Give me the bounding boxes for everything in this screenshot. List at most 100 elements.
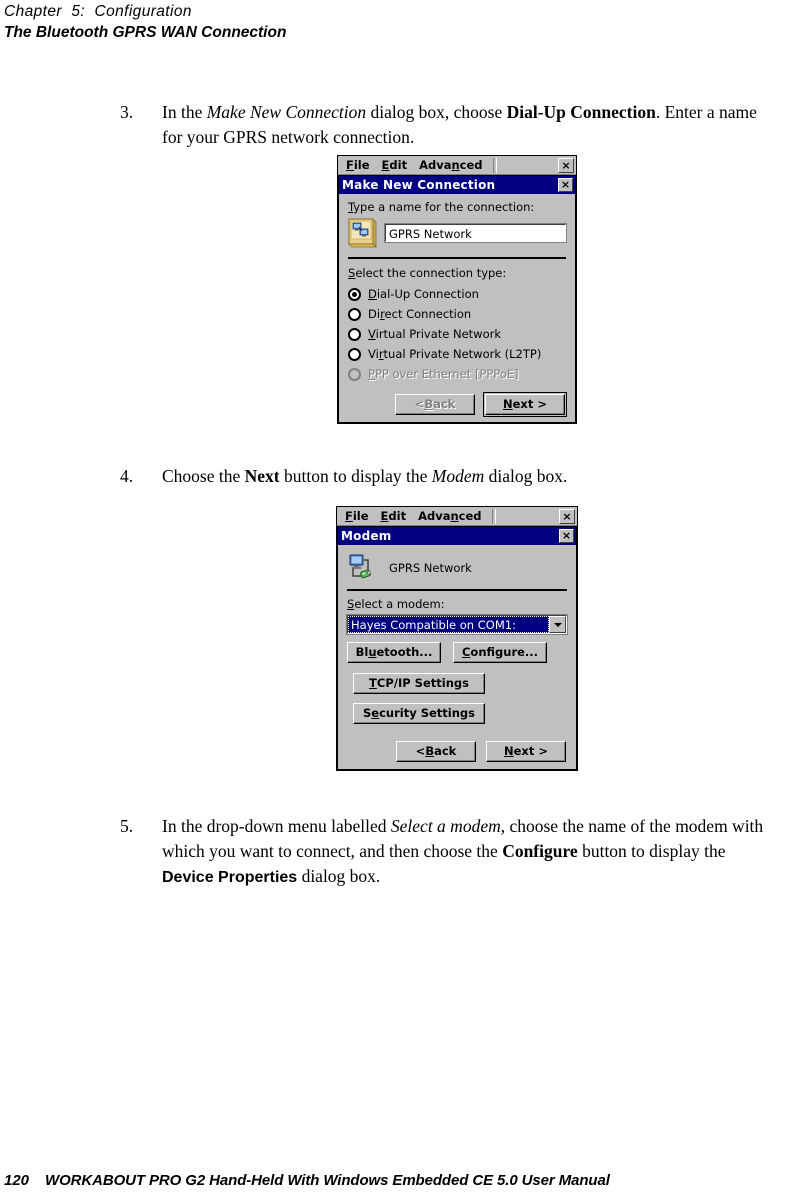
close-icon[interactable]: × bbox=[558, 158, 574, 173]
bluetooth-button[interactable]: Bl u etooth... bbox=[347, 642, 441, 663]
modem-close-icon[interactable]: × bbox=[559, 509, 575, 524]
modem-menu-advanced[interactable]: Advanced bbox=[412, 508, 487, 525]
radio-virtual-private-network[interactable]: Virtual Private Network bbox=[348, 324, 566, 344]
next-button[interactable]: Next > bbox=[483, 392, 567, 417]
new-connection-icon-svg bbox=[348, 218, 377, 248]
tcpip-button-row: T CP/IP Settings bbox=[347, 673, 567, 694]
radio-virtual-private-network-label: Virtual Private Network bbox=[368, 327, 502, 341]
modem-section-divider bbox=[347, 589, 567, 591]
connection-name-input[interactable]: GPRS Network bbox=[384, 223, 567, 243]
wizard-nav-row: < Back Next > bbox=[348, 392, 567, 417]
step-5-text-post: dialog box. bbox=[297, 866, 381, 886]
radio-direct-connection[interactable]: Direct Connection bbox=[348, 304, 566, 324]
page-footer: 120 WORKABOUT PRO G2 Hand-Held With Wind… bbox=[4, 1172, 610, 1189]
connection-type-label-rest: elect the connection type: bbox=[355, 266, 507, 280]
step-5-number: 5. bbox=[120, 816, 134, 836]
make-new-connection-titlebar: Make New Connection × bbox=[339, 176, 575, 194]
make-new-connection-client: Type a name for the connection: GPRS Net… bbox=[339, 194, 575, 422]
modem-dialog-close-icon[interactable]: × bbox=[559, 529, 574, 543]
menu-edit-post: dit bbox=[389, 157, 408, 172]
security-settings-button[interactable]: Se curity Settings bbox=[353, 703, 485, 724]
chevron-down-glyph bbox=[553, 622, 562, 627]
step-5-body: In the drop-down menu labelled Select a … bbox=[162, 814, 775, 890]
step-3-number: 3. bbox=[120, 102, 134, 122]
modem-back-button[interactable]: < Back bbox=[396, 741, 476, 762]
security-button-row: Se curity Settings bbox=[347, 703, 567, 724]
radio-virtual-private-network-l2tp-label: Virtual Private Network (L2TP) bbox=[368, 347, 542, 361]
radio-dial-up-connection-indicator[interactable] bbox=[348, 287, 361, 301]
connection-name-row: GPRS Network bbox=[348, 218, 567, 248]
step-4-text-mid: button to display the bbox=[279, 466, 432, 486]
make-new-connection-window[interactable]: File Edit Advanced × Make New Connection… bbox=[337, 155, 577, 424]
connection-name-label: Type a name for the connection: bbox=[348, 200, 566, 215]
modem-select-value[interactable]: Hayes Compatible on COM1: bbox=[348, 616, 549, 633]
modem-action-button-row: Bl u etooth... Configure... bbox=[347, 642, 567, 663]
make-new-connection-frame: Make New Connection × Type a name for th… bbox=[338, 175, 576, 423]
step-5-menu-name: Select a modem bbox=[390, 816, 501, 836]
connection-type-radio-group[interactable]: Dial-Up Connection Direct Connection Vir… bbox=[348, 284, 566, 384]
menubar-divider bbox=[492, 157, 497, 173]
step-4-body: Choose the Next button to display the Mo… bbox=[162, 464, 780, 489]
radio-virtual-private-network-indicator[interactable] bbox=[348, 327, 361, 341]
step-3-text-mid: dialog box, choose bbox=[366, 102, 507, 122]
radio-dial-up-connection-label: Dial-Up Connection bbox=[368, 287, 479, 301]
modem-menubar-divider bbox=[491, 508, 496, 524]
radio-ppp-over-ethernet: PPP over Ethernet [PPPoE] bbox=[348, 364, 566, 384]
radio-virtual-private-network-l2tp[interactable]: Virtual Private Network (L2TP) bbox=[348, 344, 566, 364]
dialog-close-icon[interactable]: × bbox=[558, 178, 573, 192]
step-4: 4. Choose the Next button to display the… bbox=[120, 464, 780, 489]
menu-edit[interactable]: Edit bbox=[376, 157, 414, 174]
select-modem-label: Select a modem: bbox=[347, 597, 567, 612]
step-5: 5. In the drop-down menu labelled Select… bbox=[120, 814, 775, 890]
make-new-connection-menubar[interactable]: File Edit Advanced × bbox=[338, 156, 576, 175]
section-divider bbox=[348, 257, 566, 259]
running-head-title: The Bluetooth GPRS WAN Connection bbox=[4, 24, 287, 41]
modem-client: GPRS Network Select a modem: Hayes Compa… bbox=[338, 545, 576, 769]
connection-name-label-rest: ype a name for the connection: bbox=[353, 200, 535, 214]
configure-button[interactable]: Configure... bbox=[453, 642, 547, 663]
modem-menu-file[interactable]: File bbox=[339, 508, 375, 525]
new-connection-icon bbox=[348, 218, 377, 248]
menu-advanced[interactable]: Advanced bbox=[413, 157, 488, 174]
modem-connection-row: GPRS Network bbox=[347, 551, 567, 582]
modem-select-dropdown[interactable]: Hayes Compatible on COM1: bbox=[346, 614, 568, 635]
step-3-dialog-name: Make New Connection bbox=[206, 102, 367, 122]
select-modem-label-rest: elect a modem: bbox=[354, 597, 445, 611]
modem-titlebar: Modem × bbox=[338, 527, 576, 545]
step-3-option-name: Dial-Up Connection bbox=[506, 102, 656, 122]
connection-type-label: Select the connection type: bbox=[348, 266, 566, 281]
modem-menubar[interactable]: File Edit Advanced × bbox=[337, 507, 577, 526]
footer-manual-title: WORKABOUT PRO G2 Hand-Held With Windows … bbox=[45, 1172, 610, 1189]
modem-next-button[interactable]: Next > bbox=[486, 741, 566, 762]
menu-advanced-accel: n bbox=[451, 157, 460, 172]
menu-advanced-pre: Adva bbox=[419, 157, 452, 172]
step-3-text-pre: In the bbox=[162, 102, 207, 122]
radio-virtual-private-network-l2tp-indicator[interactable] bbox=[348, 347, 361, 361]
step-4-text-post: dialog box. bbox=[484, 466, 568, 486]
step-5-text-mid2: button to display the bbox=[577, 841, 726, 861]
modem-title: Modem bbox=[341, 529, 392, 543]
running-head-chapter: Chapter 5: Configuration bbox=[4, 3, 192, 20]
radio-direct-connection-indicator[interactable] bbox=[348, 307, 361, 321]
tcpip-settings-button[interactable]: T CP/IP Settings bbox=[353, 673, 485, 694]
footer-page-number: 120 bbox=[4, 1172, 30, 1189]
modem-window[interactable]: File Edit Advanced × Modem × GPRS Networ… bbox=[336, 506, 578, 771]
modem-connection-icon bbox=[349, 554, 379, 581]
running-head: Chapter 5: Configuration The Bluetooth G… bbox=[4, 2, 764, 43]
step-4-dialog-name: Modem bbox=[431, 466, 485, 486]
step-5-text-pre: In the drop-down menu labelled bbox=[162, 816, 391, 836]
radio-ppp-over-ethernet-label: PPP over Ethernet [PPPoE] bbox=[368, 367, 519, 381]
menu-file-accel: F bbox=[346, 157, 354, 172]
menu-advanced-post: ced bbox=[459, 157, 483, 172]
step-3-body: In the Make New Connection dialog box, c… bbox=[162, 100, 780, 150]
menu-file-post: ile bbox=[353, 157, 370, 172]
chevron-down-icon[interactable] bbox=[549, 616, 566, 633]
radio-direct-connection-label: Direct Connection bbox=[368, 307, 472, 321]
modem-menu-edit[interactable]: Edit bbox=[375, 508, 413, 525]
step-5-button-name: Configure bbox=[502, 841, 578, 861]
menu-file[interactable]: File bbox=[340, 157, 376, 174]
step-3: 3. In the Make New Connection dialog box… bbox=[120, 100, 780, 150]
modem-connection-name: GPRS Network bbox=[389, 560, 472, 575]
radio-dial-up-connection[interactable]: Dial-Up Connection bbox=[348, 284, 566, 304]
step-3-text-post: . bbox=[655, 102, 661, 122]
